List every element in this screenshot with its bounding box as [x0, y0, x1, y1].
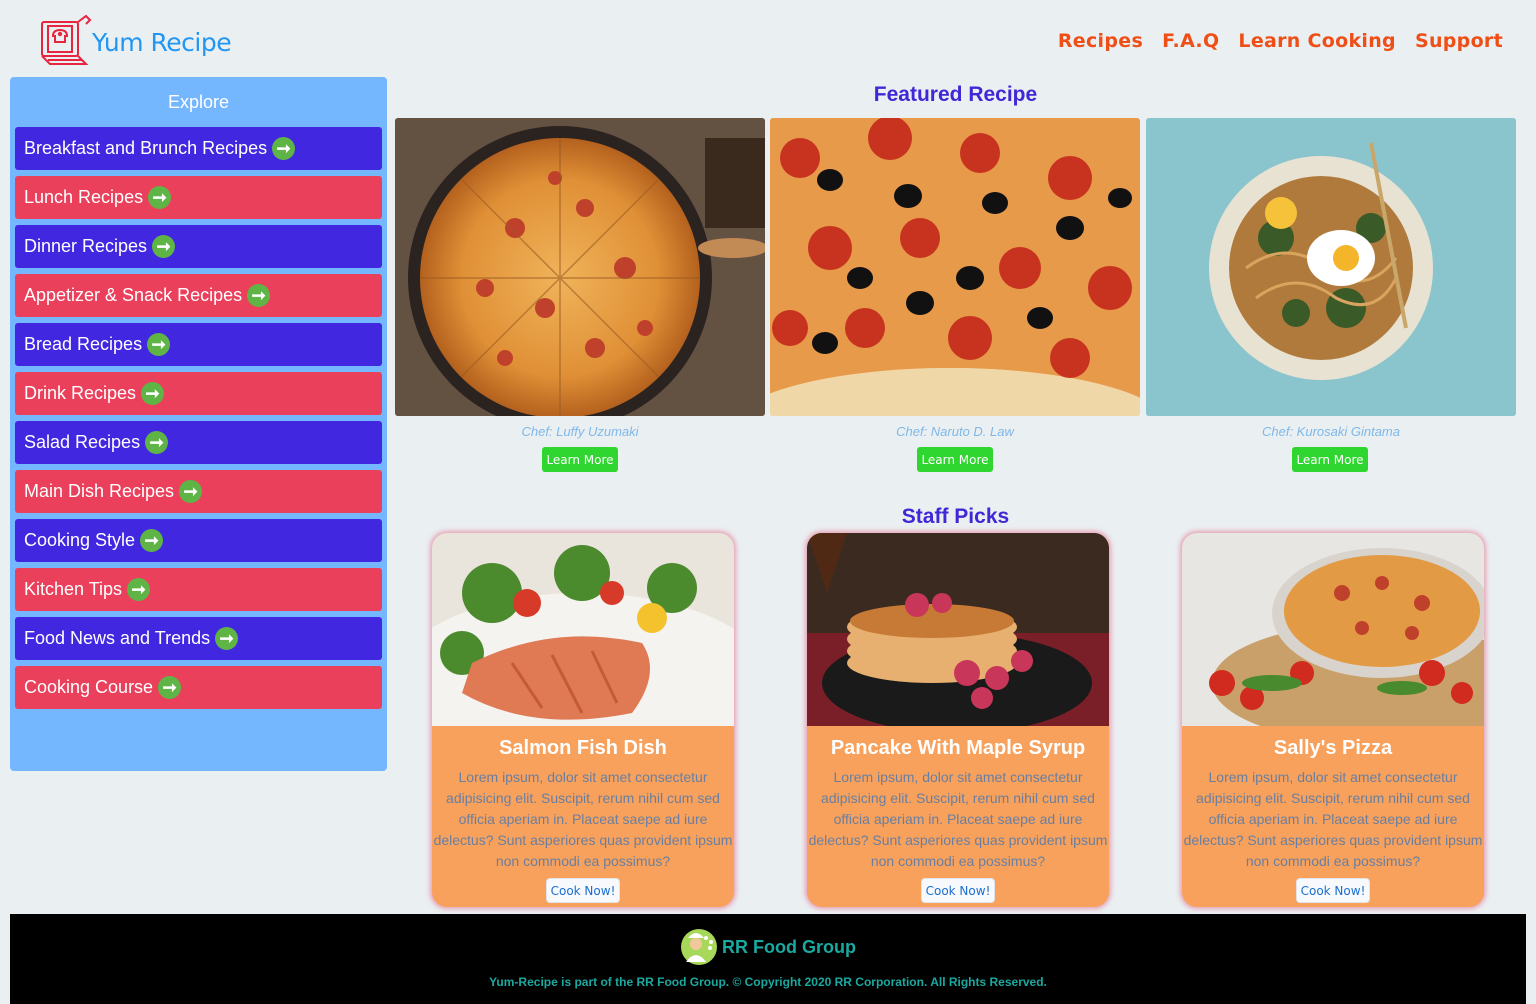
sidebar-item-main-dish[interactable]: Main Dish Recipes ➞ [15, 470, 382, 513]
cook-now-button-2[interactable]: Cook Now! [921, 878, 995, 903]
featured-image-3[interactable] [1146, 118, 1516, 416]
featured-image-2[interactable] [770, 118, 1140, 416]
brand-logo[interactable]: Yum Recipe [36, 12, 232, 68]
chef-name-1: Chef: Luffy Uzumaki [521, 424, 639, 439]
staff-pick-card-2: Pancake With Maple Syrup Lorem ipsum, do… [807, 533, 1109, 907]
card-title: Salmon Fish Dish [499, 737, 667, 759]
sidebar-item-lunch[interactable]: Lunch Recipes ➞ [15, 176, 382, 219]
sidebar-item-dinner[interactable]: Dinner Recipes ➞ [15, 225, 382, 268]
nav-recipes[interactable]: Recipes [1058, 30, 1143, 52]
header: Yum Recipe Recipes F.A.Q Learn Cooking S… [0, 0, 1536, 75]
sidebar-item-label: Cooking Course [24, 677, 154, 697]
pancake-photo [807, 533, 1109, 726]
sidebar-item-cooking-course[interactable]: Cooking Course ➞ [15, 666, 382, 709]
arrow-right-icon: ➞ [140, 529, 164, 552]
card-description: Lorem ipsum, dolor sit amet consectetur … [433, 769, 733, 869]
staff-pick-card-3: Sally's Pizza Lorem ipsum, dolor sit ame… [1182, 533, 1484, 907]
arrow-right-icon: ➞ [152, 235, 176, 258]
cookbook-icon [41, 14, 92, 65]
footer-brand[interactable]: RR Food Group [680, 928, 856, 966]
sidebar-item-drink[interactable]: Drink Recipes ➞ [15, 372, 382, 415]
footer-copyright: Yum-Recipe is part of the RR Food Group.… [489, 975, 1047, 989]
sidebar-item-appetizer[interactable]: Appetizer & Snack Recipes ➞ [15, 274, 382, 317]
sidebar-item-label: Salad Recipes [24, 432, 141, 452]
staff-picks-title: Staff Picks [901, 505, 1010, 528]
featured-title: Featured Recipe [873, 83, 1038, 106]
staff-pick-card-1: Salmon Fish Dish Lorem ipsum, dolor sit … [432, 533, 734, 907]
sidebar-item-label: Cooking Style [24, 530, 136, 550]
sidebar-item-salad[interactable]: Salad Recipes ➞ [15, 421, 382, 464]
sidebar-item-food-news[interactable]: Food News and Trends ➞ [15, 617, 382, 660]
footer-brand-name: RR Food Group [722, 936, 856, 957]
sidebar-item-label: Appetizer & Snack Recipes [24, 285, 243, 305]
sidebar-item-breakfast[interactable]: Breakfast and Brunch Recipes ➞ [15, 127, 382, 170]
sidebar: Explore Breakfast and Brunch Recipes ➞ Lu… [10, 77, 387, 771]
pizza-photo [1182, 533, 1484, 726]
arrow-right-icon: ➞ [127, 578, 151, 601]
sidebar-item-label: Breakfast and Brunch Recipes [24, 138, 268, 158]
pizza-photo [395, 118, 765, 416]
arrow-right-icon: ➞ [148, 186, 172, 209]
sidebar-item-label: Bread Recipes [24, 334, 143, 354]
arrow-right-icon: ➞ [247, 284, 271, 307]
chef-name-3: Chef: Kurosaki Gintama [1261, 424, 1400, 439]
card-title: Sally's Pizza [1273, 737, 1393, 759]
sidebar-item-label: Kitchen Tips [24, 579, 123, 599]
pizza-photo [770, 118, 1140, 416]
sidebar-item-bread[interactable]: Bread Recipes ➞ [15, 323, 382, 366]
brand-name: Yum Recipe [92, 27, 232, 57]
arrow-right-icon: ➞ [141, 382, 165, 405]
sidebar-title: Explore [167, 92, 230, 112]
card-description: Lorem ipsum, dolor sit amet consectetur … [1183, 769, 1483, 869]
arrow-right-icon: ➞ [145, 431, 169, 454]
sidebar-item-label: Dinner Recipes [24, 236, 148, 256]
featured-image-1[interactable] [395, 118, 765, 416]
nav-support[interactable]: Support [1415, 30, 1503, 52]
sidebar-item-label: Main Dish Recipes [24, 481, 175, 501]
learn-more-button-3[interactable]: Learn More [1292, 447, 1368, 472]
nav-learn-cooking[interactable]: Learn Cooking [1238, 30, 1396, 52]
arrow-right-icon: ➞ [272, 137, 296, 160]
noodle-bowl-photo [1146, 118, 1516, 416]
sidebar-item-label: Lunch Recipes [24, 187, 144, 207]
learn-more-button-1[interactable]: Learn More [542, 447, 618, 472]
card-title: Pancake With Maple Syrup [830, 737, 1086, 759]
nav-faq[interactable]: F.A.Q [1162, 30, 1219, 52]
card-description: Lorem ipsum, dolor sit amet consectetur … [808, 769, 1108, 869]
arrow-right-icon: ➞ [147, 333, 171, 356]
cook-now-button-3[interactable]: Cook Now! [1296, 878, 1370, 903]
top-nav: Recipes F.A.Q Learn Cooking Support [1058, 30, 1503, 52]
salmon-photo [432, 533, 734, 726]
arrow-right-icon: ➞ [215, 627, 239, 650]
sidebar-item-cooking-style[interactable]: Cooking Style ➞ [15, 519, 382, 562]
learn-more-button-2[interactable]: Learn More [917, 447, 993, 472]
chef-name-2: Chef: Naruto D. Law [896, 424, 1014, 439]
arrow-right-icon: ➞ [158, 676, 182, 699]
cook-now-button-1[interactable]: Cook Now! [546, 878, 620, 903]
footer: RR Food Group Yum-Recipe is part of the … [10, 914, 1526, 1004]
arrow-right-icon: ➞ [179, 480, 203, 503]
chef-logo-icon [681, 929, 717, 965]
sidebar-item-kitchen-tips[interactable]: Kitchen Tips ➞ [15, 568, 382, 611]
sidebar-item-label: Food News and Trends [24, 628, 211, 648]
sidebar-item-label: Drink Recipes [24, 383, 137, 403]
